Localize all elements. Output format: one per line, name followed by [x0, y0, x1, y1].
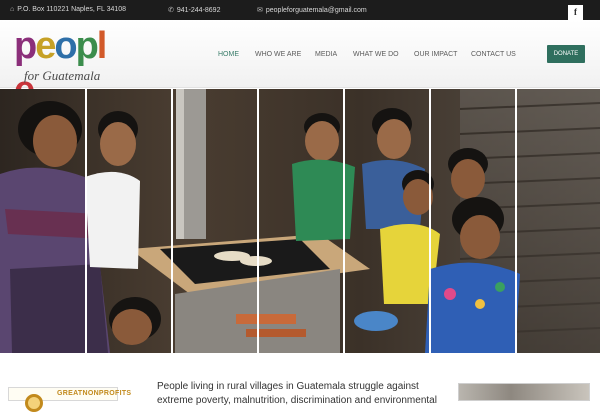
logo-letter: p: [75, 25, 99, 67]
logo-letter: o: [54, 25, 77, 67]
intro-paragraph: People living in rural villages in Guate…: [157, 381, 437, 406]
phone-icon: ✆: [168, 7, 174, 14]
nav-media[interactable]: MEDIA: [315, 51, 337, 58]
side-thumbnail[interactable]: [458, 383, 590, 401]
nav-contact-us[interactable]: CONTACT US: [471, 51, 516, 58]
hero-photo: [0, 89, 600, 353]
logo-letter: e: [35, 25, 56, 67]
facebook-icon[interactable]: f: [568, 5, 583, 20]
nav-our-impact[interactable]: OUR IMPACT: [414, 51, 457, 58]
nav-home[interactable]: HOME: [218, 51, 239, 58]
hero-slider[interactable]: [0, 89, 600, 353]
home-icon: ⌂: [10, 6, 15, 13]
site-logo[interactable]: people for Guatemala: [12, 24, 124, 111]
site-header: people for Guatemala HOME WHO WE ARE MED…: [0, 20, 600, 111]
award-icon: [25, 394, 43, 412]
envelope-icon: ✉: [257, 7, 263, 14]
logo-subtitle: for Guatemala: [24, 68, 101, 83]
phone-item[interactable]: ✆ 941-244-8692: [168, 6, 221, 15]
nav-who-we-are[interactable]: WHO WE ARE: [255, 51, 301, 58]
greatnonprofits-badge[interactable]: GREATNONPROFITS: [8, 387, 131, 412]
email-item[interactable]: ✉ peopleforguatemala@gmail.com: [257, 6, 367, 15]
phone-text[interactable]: 941-244-8692: [177, 7, 221, 14]
nav-what-we-do[interactable]: WHAT WE DO: [353, 51, 399, 58]
top-bar: ⌂ P.O. Box 110221 Naples, FL 34108 ✆ 941…: [0, 0, 600, 20]
address-item: ⌂ P.O. Box 110221 Naples, FL 34108: [10, 6, 126, 13]
badge-label: GREATNONPROFITS: [57, 390, 132, 397]
donate-button[interactable]: DONATE: [547, 45, 585, 63]
logo-letter: p: [14, 25, 37, 67]
main-content: GREATNONPROFITS People living in rural v…: [0, 354, 600, 412]
email-link[interactable]: peopleforguatemala@gmail.com: [266, 7, 367, 14]
logo-letter: l: [96, 25, 107, 67]
address-text: P.O. Box 110221 Naples, FL 34108: [17, 6, 127, 13]
